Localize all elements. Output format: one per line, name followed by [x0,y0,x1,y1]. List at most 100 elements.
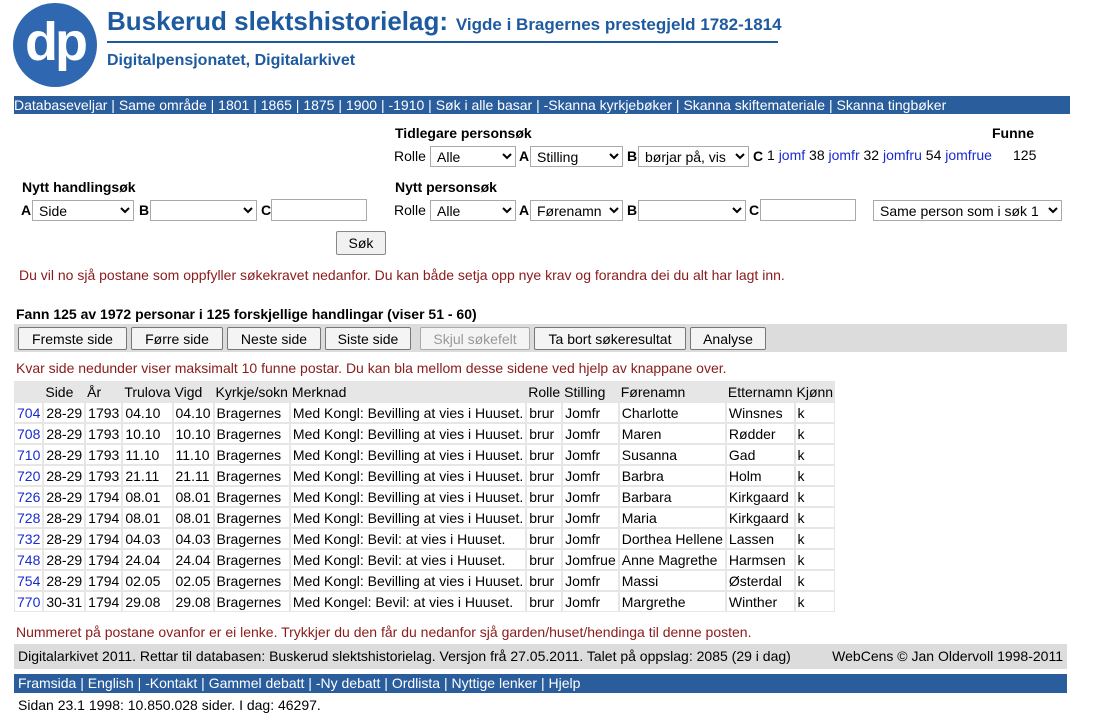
prev-page-button[interactable]: Førre side [131,327,223,350]
top-navigation: Databaseveljar | Same område | 1801 | 18… [14,96,1070,114]
record-link[interactable]: 748 [17,552,40,568]
table-cell: 28-29 [43,570,86,591]
result-link-jomfr[interactable]: jomfr [829,147,860,163]
bottom-nav-link[interactable]: -Kontakt [145,675,197,691]
top-nav-link[interactable]: -1910 [388,97,424,113]
action-c-input[interactable] [271,199,367,221]
record-number-cell: 710 [14,444,44,465]
table-cell: Kirkgaard [725,486,795,507]
table-cell: 1794 [85,591,123,612]
next-page-button[interactable]: Neste side [227,327,321,350]
table-cell: 02.05 [122,570,173,591]
table-cell: 1793 [85,423,123,444]
record-link[interactable]: 732 [17,531,40,547]
table-cell: 28-29 [43,423,86,444]
table-cell: k [794,402,836,423]
table-cell: Bragernes [213,465,290,486]
remove-results-button[interactable]: Ta bort søkeresultat [534,327,686,350]
bottom-nav-link[interactable]: Gammel debatt [209,675,305,691]
results-table: Side År Trulova Vigd Kyrkje/sokn Merknad Rolle… [14,381,836,612]
record-link[interactable]: 708 [17,426,40,442]
hide-search-button[interactable]: Skjul søkefelt [420,327,530,350]
top-nav-link[interactable]: Skanna tingbøker [837,97,947,113]
table-cell: k [794,507,836,528]
bottom-nav-link[interactable]: English [88,675,134,691]
record-link[interactable]: 728 [17,510,40,526]
table-cell: 30-31 [43,591,86,612]
table-cell: Bragernes [213,444,290,465]
analyse-button[interactable]: Analyse [690,327,766,350]
action-b-select[interactable] [150,200,257,221]
new-b-select[interactable] [638,200,746,221]
prev-rolle-label: Rolle [394,148,426,164]
result-link-jomfrue[interactable]: jomfrue [945,147,992,163]
top-nav-link[interactable]: Databaseveljar [14,97,107,113]
action-a-select[interactable]: Side [32,200,134,221]
top-nav-link[interactable]: 1900 [346,97,377,113]
table-cell: Med Kongl: Bevil: at vies i Huuset. [289,528,527,549]
record-number-cell: 708 [14,423,44,444]
top-nav-link[interactable]: -Skanna kyrkjebøker [544,97,672,113]
record-number-cell: 732 [14,528,44,549]
new-a-select[interactable]: Førenamn [530,200,623,221]
bottom-nav-link[interactable]: Framsida [18,675,76,691]
prev-a-select[interactable]: Stilling [530,146,623,167]
record-link[interactable]: 770 [17,594,40,610]
footer-copyright: WebCens © Jan Oldervoll 1998-2011 [832,648,1063,664]
table-cell: k [794,549,836,570]
record-link[interactable]: 710 [17,447,40,463]
record-link[interactable]: 726 [17,489,40,505]
top-nav-link[interactable]: 1875 [303,97,334,113]
table-cell: 28-29 [43,528,86,549]
table-cell: Bragernes [213,486,290,507]
bottom-nav-link[interactable]: Hjelp [549,675,581,691]
table-cell: 28-29 [43,465,86,486]
table-cell: 1793 [85,444,123,465]
dp-logo[interactable]: dp [13,3,97,87]
record-link[interactable]: 720 [17,468,40,484]
bottom-nav-link[interactable]: Ordlista [392,675,440,691]
result-link-jomf[interactable]: jomf [779,147,805,163]
bottom-nav-link[interactable]: Nyttige lenker [452,675,538,691]
result-link-jomfru[interactable]: jomfru [883,147,922,163]
table-cell: brur [526,465,563,486]
new-c-input[interactable] [760,199,856,221]
table-cell: Maren [618,423,726,444]
action-c-label: C [261,202,272,218]
new-b-label: B [627,202,638,218]
record-link[interactable]: 754 [17,573,40,589]
last-page-button[interactable]: Siste side [325,327,411,350]
table-cell: 24.04 [172,549,214,570]
record-link[interactable]: 704 [17,405,40,421]
table-cell: Jomfr [562,570,619,591]
nav-separator: | [334,97,346,113]
table-cell: 04.10 [172,402,214,423]
table-cell: 08.01 [122,507,173,528]
column-header: Etternamn [725,381,795,402]
prev-rolle-select[interactable]: Alle [430,146,516,167]
prev-b-select[interactable]: børjar på, vis [638,146,749,167]
first-page-button[interactable]: Fremste side [18,327,127,350]
table-row: 720 28-29 1793 21.11 21.11 Bragernes Med Kongl… [14,465,836,486]
record-number-cell: 728 [14,507,44,528]
bottom-nav-link[interactable]: -Ny debatt [316,675,381,691]
new-search-heading: Nytt personsøk [395,179,497,195]
link-note: Nummeret på postane ovanfor er ei lenke.… [16,624,752,640]
sok-button[interactable]: Søk [336,231,386,255]
table-cell: Med Kongl: Bevilling at vies i Huuset. [289,465,527,486]
new-rolle-select[interactable]: Alle [430,200,516,221]
table-cell: 1794 [85,507,123,528]
top-nav-link[interactable]: Same område [119,97,207,113]
nav-separator: | [291,97,304,113]
table-cell: Massi [618,570,726,591]
nav-separator: | [537,675,549,691]
top-nav-link[interactable]: Søk i alle basar [436,97,532,113]
table-cell: Bragernes [213,423,290,444]
table-cell: Med Kongel: Bevil: at vies i Huuset. [289,591,527,612]
top-nav-link[interactable]: 1801 [218,97,249,113]
top-nav-link[interactable]: Skanna skiftemateriale [683,97,825,113]
table-cell: brur [526,444,563,465]
same-person-select[interactable]: Same person som i søk 1 [873,200,1062,221]
column-header: Kjønn [794,381,836,402]
top-nav-link[interactable]: 1865 [261,97,292,113]
